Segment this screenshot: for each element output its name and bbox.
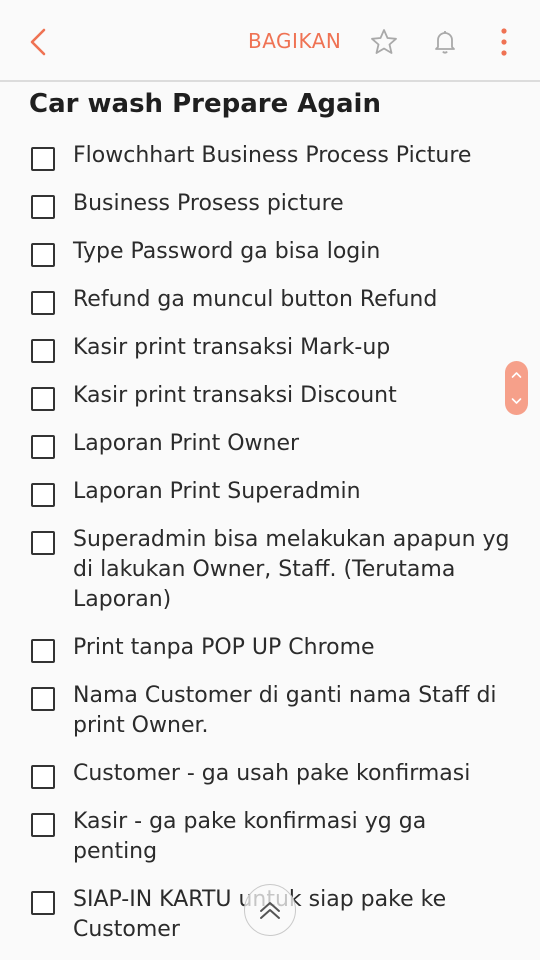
checklist-item-text[interactable]: Laporan Print Owner [73, 429, 513, 459]
checkbox[interactable] [31, 339, 55, 363]
checkbox[interactable] [31, 639, 55, 663]
top-app-bar: BAGIKAN [0, 0, 540, 82]
checklist-item-text[interactable]: Laporan Print Superadmin [73, 477, 513, 507]
checklist-item-text[interactable]: Kasir print transaksi Mark-up [73, 333, 513, 363]
share-button[interactable]: BAGIKAN [248, 29, 341, 53]
checklist-item-text[interactable]: Print tanpa POP UP Chrome [73, 633, 513, 663]
checkbox[interactable] [31, 813, 55, 837]
checkbox[interactable] [31, 291, 55, 315]
checkbox[interactable] [31, 765, 55, 789]
checklist-item-text[interactable]: Kasir - ga pake konfirmasi yg ga penting [73, 807, 513, 867]
checklist-item-text[interactable]: Type Password ga bisa login [73, 237, 513, 267]
checkbox[interactable] [31, 387, 55, 411]
checkbox[interactable] [31, 687, 55, 711]
checklist-item-text[interactable]: Superadmin bisa melakukan apapun yg di l… [73, 525, 513, 615]
checkbox[interactable] [31, 195, 55, 219]
checkbox[interactable] [31, 147, 55, 171]
checklist-item-text[interactable]: Customer - ga usah pake konfirmasi [73, 759, 513, 789]
checklist-item-text[interactable]: Kasir print transaksi Discount [73, 381, 513, 411]
checkbox[interactable] [31, 891, 55, 915]
star-icon [371, 29, 397, 54]
chevron-left-icon [30, 28, 46, 56]
favorite-button[interactable] [369, 27, 399, 57]
more-options-button[interactable] [490, 26, 518, 58]
note-title[interactable]: Car wash Prepare Again [29, 89, 381, 119]
chevron-up-icon [260, 902, 280, 919]
checkbox[interactable] [31, 435, 55, 459]
checkbox[interactable] [31, 531, 55, 555]
checklist-item-text[interactable]: Refund ga muncul button Refund [73, 285, 513, 315]
more-vertical-icon [501, 28, 507, 56]
checklist-item-text[interactable]: Business Prosess picture [73, 189, 513, 219]
checklist-item-text[interactable]: Nama Customer di ganti nama Staff di pri… [73, 681, 513, 741]
checkbox[interactable] [31, 483, 55, 507]
checkbox[interactable] [31, 243, 55, 267]
bell-icon [435, 31, 455, 54]
scroll-up-down-icon [511, 372, 522, 404]
checklist-item-text[interactable]: Flowchhart Business Process Picture [73, 141, 513, 171]
back-button[interactable] [22, 24, 54, 60]
reminder-button[interactable] [430, 27, 460, 57]
scroll-to-top-button[interactable] [244, 884, 296, 936]
fast-scroll-handle[interactable] [505, 361, 528, 415]
